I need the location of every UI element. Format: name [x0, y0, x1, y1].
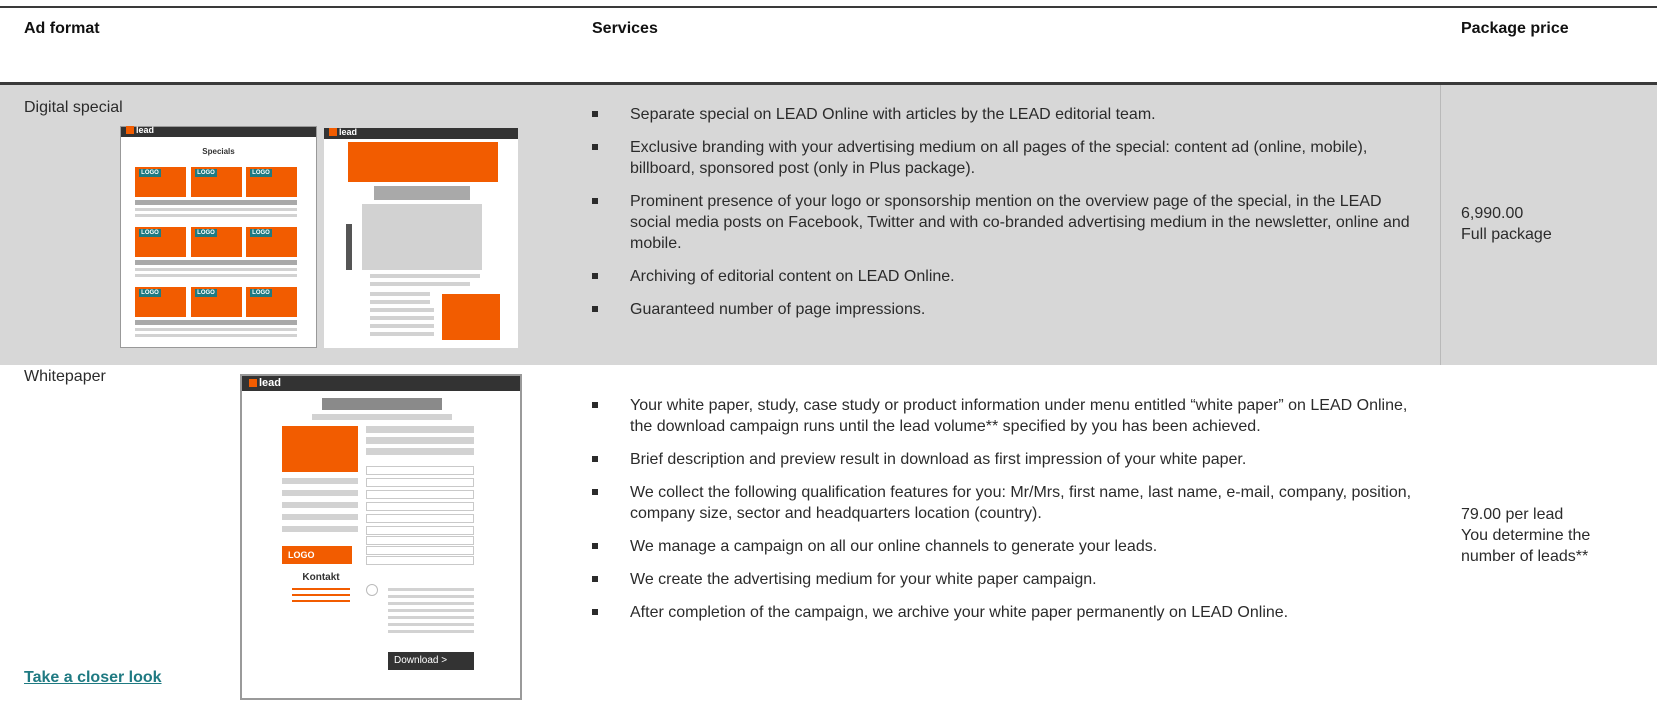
column-divider [1440, 85, 1441, 365]
digital-special-services-list: Separate special on LEAD Online with art… [592, 104, 1422, 320]
bullet-icon [592, 144, 598, 150]
bullet-icon [592, 111, 598, 117]
header-ad-format: Ad format [24, 20, 100, 37]
list-item: After completion of the campaign, we arc… [592, 602, 1422, 623]
list-item: Archiving of editorial content on LEAD O… [592, 266, 1422, 287]
download-button-mockup: Download > [388, 652, 474, 670]
whitepaper-price: 79.00 per lead You determine the number … [1461, 504, 1590, 567]
list-item: Exclusive branding with your advertising… [592, 137, 1422, 179]
price-amount: 79.00 per lead [1461, 506, 1564, 523]
price-note: number of leads** [1461, 548, 1589, 565]
bullet-icon [592, 273, 598, 279]
list-item: Prominent presence of your logo or spons… [592, 191, 1422, 254]
logo-placeholder: LOGO [282, 546, 352, 564]
contact-heading: Kontakt [302, 572, 340, 583]
row-format-title: Digital special [24, 99, 123, 116]
bullet-icon [592, 456, 598, 462]
whitepaper-mockup-image: lead LOGO Kontakt Download > [240, 374, 522, 700]
bullet-icon [592, 198, 598, 204]
header-package-price: Package price [1461, 20, 1569, 37]
bullet-icon [592, 543, 598, 549]
digital-special-price: 6,990.00 Full package [1461, 203, 1552, 245]
share-icons [346, 224, 352, 270]
bullet-icon [592, 306, 598, 312]
whitepaper-services-list: Your white paper, study, case study or p… [592, 395, 1422, 623]
take-a-closer-look-link[interactable]: Take a closer look [24, 669, 162, 687]
list-item: We create the advertising medium for you… [592, 569, 1422, 590]
bullet-icon [592, 609, 598, 615]
specials-overview-mockup-image: lead Specials LOGO LOGO LOGO LOGO LOGO L… [120, 125, 317, 348]
header-top-rule [0, 6, 1657, 8]
special-article-mockup-image: lead [324, 127, 518, 348]
bullet-icon [592, 489, 598, 495]
price-note: You determine the [1461, 527, 1591, 544]
lead-logo-icon: lead [126, 125, 154, 135]
list-item: Your white paper, study, case study or p… [592, 395, 1422, 437]
radio-icon [366, 584, 378, 596]
list-item: We collect the following qualification f… [592, 482, 1422, 524]
price-amount: 6,990.00 [1461, 205, 1524, 222]
lead-logo-icon: lead [329, 127, 357, 137]
list-item: Separate special on LEAD Online with art… [592, 104, 1422, 125]
bullet-icon [592, 576, 598, 582]
bullet-icon [592, 402, 598, 408]
list-item: Brief description and preview result in … [592, 449, 1422, 470]
list-item: We manage a campaign on all our online c… [592, 536, 1422, 557]
price-package-label: Full package [1461, 226, 1552, 243]
specials-heading: Specials [202, 147, 235, 156]
lead-logo-icon: lead [249, 377, 281, 389]
row-format-title: Whitepaper [24, 368, 106, 385]
header-services: Services [592, 20, 658, 37]
list-item: Guaranteed number of page impressions. [592, 299, 1422, 320]
